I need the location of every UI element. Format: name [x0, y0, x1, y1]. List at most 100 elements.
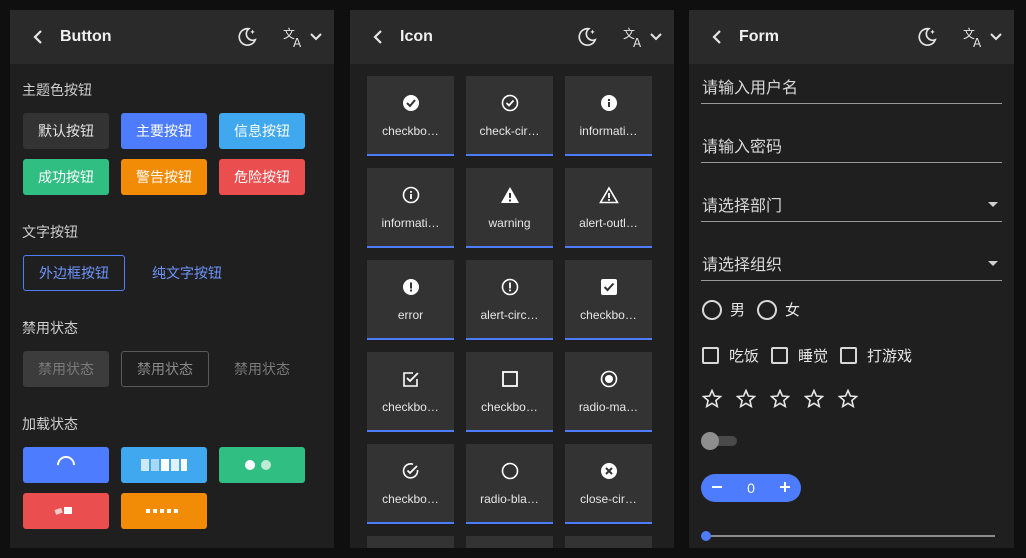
- checkbox-game[interactable]: [840, 347, 858, 364]
- icon-label: alert-outl…: [579, 216, 638, 230]
- password-input[interactable]: 请输入密码: [701, 127, 1002, 163]
- icon-label: checkbo…: [382, 400, 439, 414]
- icon-cell[interactable]: warning: [466, 168, 553, 248]
- icon-cell[interactable]: check-cir…: [466, 76, 553, 156]
- star-icon[interactable]: [702, 389, 722, 409]
- language-switch[interactable]: 文A: [282, 26, 322, 48]
- username-placeholder: 请输入用户名: [702, 79, 799, 97]
- icon-cell[interactable]: checkbo…: [367, 444, 454, 524]
- dark-mode-icon[interactable]: [234, 24, 260, 50]
- button-header: Button 文A: [10, 10, 334, 64]
- icon-cell[interactable]: checkbo…: [466, 352, 553, 432]
- warning-icon: [500, 184, 520, 206]
- back-icon[interactable]: [368, 27, 388, 47]
- icon-label: radio-bla…: [480, 492, 539, 506]
- radio-female[interactable]: [757, 299, 778, 320]
- dark-mode-icon[interactable]: [574, 24, 600, 50]
- information-outline-icon: [402, 184, 420, 206]
- icon-label: informati…: [381, 216, 440, 230]
- icon-label: checkbo…: [382, 124, 439, 138]
- success-button[interactable]: 成功按钮: [23, 159, 109, 195]
- icon-cell[interactable]: alert-outl…: [565, 168, 652, 248]
- loading-flip-button[interactable]: [23, 493, 109, 529]
- chevron-down-icon: [650, 33, 662, 41]
- chevron-down-icon: [990, 33, 1002, 41]
- icon-label: informati…: [579, 124, 638, 138]
- icon-cell[interactable]: checkbo…: [367, 352, 454, 432]
- icon-header: Icon 文A: [350, 10, 674, 64]
- loading-bars-button[interactable]: [121, 447, 207, 483]
- toggle-switch[interactable]: [701, 432, 739, 450]
- plus-icon[interactable]: [779, 480, 791, 496]
- svg-text:A: A: [293, 36, 302, 48]
- check-circle-filled-icon: [402, 92, 420, 114]
- warning-button[interactable]: 警告按钮: [121, 159, 207, 195]
- loading-spinner-button[interactable]: [23, 447, 109, 483]
- language-switch[interactable]: 文A: [622, 26, 662, 48]
- page-title: Icon: [400, 28, 433, 45]
- icon-cell[interactable]: error: [367, 260, 454, 340]
- star-icon[interactable]: [804, 389, 824, 409]
- username-input[interactable]: 请输入用户名: [701, 68, 1002, 104]
- icon-cell[interactable]: close-cir…: [565, 444, 652, 524]
- primary-button[interactable]: 主要按钮: [121, 113, 207, 149]
- department-select[interactable]: 请选择部门: [701, 186, 1002, 222]
- radio-marked-icon: [600, 368, 618, 390]
- password-placeholder: 请输入密码: [702, 138, 783, 156]
- icon-cell[interactable]: [565, 536, 652, 548]
- icon-label: checkbo…: [481, 400, 538, 414]
- star-icon[interactable]: [736, 389, 756, 409]
- star-icon[interactable]: [770, 389, 790, 409]
- icon-label: alert-circ…: [480, 308, 539, 322]
- checkbox-label: 睡觉: [798, 348, 829, 365]
- error-icon: [402, 276, 420, 298]
- danger-button[interactable]: 危险按钮: [219, 159, 305, 195]
- radio-male[interactable]: [702, 299, 722, 320]
- page-title: Button: [60, 28, 112, 45]
- loading-dash-button[interactable]: [121, 493, 207, 529]
- icon-cell[interactable]: [466, 536, 553, 548]
- checkbox-label: 吃饭: [729, 348, 760, 365]
- form-panel: Form 文A 请输入用户名 请输入密码 请选择部门 请选择组织 男 女 吃饭 …: [689, 10, 1014, 548]
- back-icon[interactable]: [707, 27, 727, 47]
- icon-cell[interactable]: radio-bla…: [466, 444, 553, 524]
- slider[interactable]: [701, 530, 997, 542]
- checkbox-eat[interactable]: [702, 347, 719, 364]
- disabled-filled-button: 禁用状态: [23, 351, 109, 387]
- section-loading-title: 加载状态: [22, 416, 78, 432]
- icon-cell[interactable]: checkbo…: [367, 76, 454, 156]
- icon-cell[interactable]: informati…: [367, 168, 454, 248]
- icon-cell[interactable]: checkbo…: [565, 260, 652, 340]
- icon-label: checkbo…: [580, 308, 637, 322]
- slider-thumb[interactable]: [701, 531, 711, 541]
- star-icon[interactable]: [838, 389, 858, 409]
- icon-label: radio-ma…: [578, 400, 639, 414]
- loading-flip-icon: [54, 507, 72, 515]
- section-disabled-title: 禁用状态: [22, 320, 78, 336]
- text-button[interactable]: 纯文字按钮: [142, 255, 232, 291]
- minus-icon[interactable]: [711, 480, 723, 496]
- dark-mode-icon[interactable]: [914, 24, 940, 50]
- loading-dash-icon: [146, 509, 178, 513]
- checkbox-marked-icon: [600, 276, 618, 298]
- disabled-outline-button: 禁用状态: [121, 351, 209, 387]
- hobby-checkbox-group: 吃饭 睡觉 打游戏: [702, 345, 924, 366]
- info-button[interactable]: 信息按钮: [219, 113, 305, 149]
- default-button[interactable]: 默认按钮: [23, 113, 109, 149]
- stepper-value[interactable]: 0: [747, 480, 755, 496]
- information-filled-icon: [600, 92, 618, 114]
- checkbox-sleep[interactable]: [771, 347, 789, 364]
- icon-cell[interactable]: [367, 536, 454, 548]
- icon-cell[interactable]: alert-circ…: [466, 260, 553, 340]
- organization-placeholder: 请选择组织: [702, 256, 783, 274]
- language-switch[interactable]: 文A: [962, 26, 1002, 48]
- organization-select[interactable]: 请选择组织: [701, 245, 1002, 281]
- spinner-icon: [53, 452, 79, 478]
- icon-cell[interactable]: informati…: [565, 76, 652, 156]
- icon-label: close-cir…: [580, 492, 637, 506]
- checkbox-label: 打游戏: [867, 348, 913, 365]
- loading-dots-button[interactable]: [219, 447, 305, 483]
- outline-button[interactable]: 外边框按钮: [23, 255, 125, 291]
- back-icon[interactable]: [28, 27, 48, 47]
- icon-cell[interactable]: radio-ma…: [565, 352, 652, 432]
